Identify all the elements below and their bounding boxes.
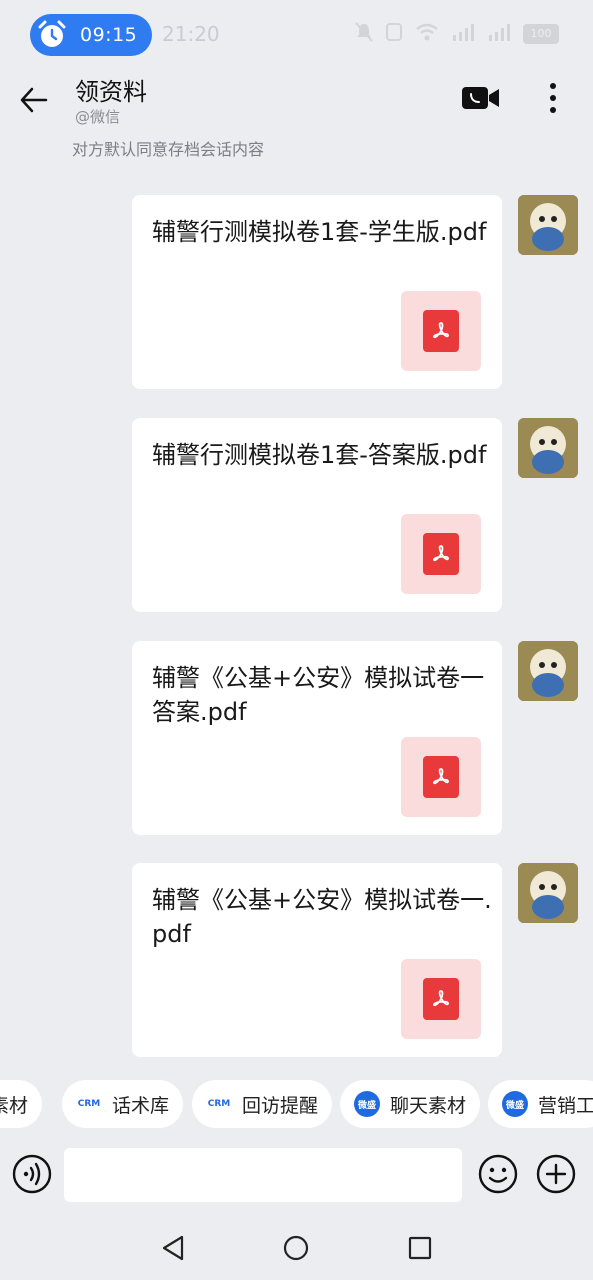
arrow-left-icon <box>20 87 48 113</box>
mute-icon <box>355 22 373 46</box>
avatar[interactable] <box>518 195 578 255</box>
pdf-file-icon <box>401 291 481 371</box>
quick-tool-chip[interactable]: CRM 回访提醒 <box>192 1080 333 1128</box>
signal-2-icon <box>487 23 511 45</box>
message-item: 辅警行测模拟卷1套-答案版.pdf <box>0 418 593 614</box>
alarm-time: 09:15 <box>80 24 138 46</box>
clock-time: 21:20 <box>162 22 220 46</box>
message-item: 辅警《公基+公安》模拟试卷一答案.pdf <box>0 641 593 837</box>
circle-home-icon <box>283 1235 309 1261</box>
smiley-icon <box>478 1154 518 1194</box>
quick-tool-label: 回访提醒 <box>242 1094 319 1117</box>
alarm-pill[interactable]: 09:15 <box>30 14 152 56</box>
file-name: 辅警《公基+公安》模拟试卷一答案.pdf <box>152 664 485 726</box>
avatar[interactable] <box>518 863 578 923</box>
archive-notice: 对方默认同意存档会话内容 <box>72 140 265 159</box>
status-bar: 09:15 21:20 100 <box>0 0 593 68</box>
quick-tool-chip[interactable]: 微盛 聊天素材 <box>340 1080 481 1128</box>
more-button[interactable] <box>540 80 566 116</box>
file-bubble[interactable]: 辅警《公基+公安》模拟试卷一.pdf <box>132 863 502 1057</box>
quick-tool-chip[interactable]: 素材 <box>0 1080 43 1128</box>
video-camera-icon <box>462 87 499 109</box>
pdf-file-icon <box>401 959 481 1039</box>
square-recent-icon <box>408 1236 432 1260</box>
quick-tool-label: 话术库 <box>112 1094 170 1117</box>
chat-title: 领资料 <box>75 78 147 106</box>
message-item: 辅警行测模拟卷1套-学生版.pdf <box>0 195 593 391</box>
file-name: 辅警《公基+公安》模拟试卷一.pdf <box>152 886 492 948</box>
chat-subtitle: @微信 <box>75 108 121 126</box>
voice-input-button[interactable] <box>12 1154 52 1194</box>
crm-logo-icon: CRM <box>77 1099 101 1109</box>
nav-back-button[interactable] <box>160 1234 188 1262</box>
pdf-file-icon <box>401 514 481 594</box>
avatar[interactable] <box>518 418 578 478</box>
wifi-icon <box>415 23 439 45</box>
plus-icon <box>536 1154 576 1194</box>
crm-logo-icon: CRM <box>207 1099 231 1109</box>
battery-level: 100 <box>525 26 557 42</box>
quick-tool-chip[interactable]: 微盛 营销工 <box>488 1080 593 1128</box>
more-vertical-icon <box>550 83 556 113</box>
pdf-file-icon <box>401 737 481 817</box>
chat-header: 领资料 @微信 对方默认同意存档会话内容 <box>0 68 593 168</box>
input-bar <box>0 1140 593 1220</box>
signal-icon <box>451 23 475 45</box>
message-list[interactable]: 辅警行测模拟卷1套-学生版.pdf 辅警行测模拟卷1套-答案版.pdf 辅警《公… <box>0 170 593 1063</box>
triangle-back-icon <box>162 1235 184 1261</box>
nfc-icon <box>385 22 403 46</box>
battery-icon: 100 <box>523 24 559 44</box>
quick-tools-bar[interactable]: 素材 CRM 话术库 CRM 回访提醒 微盛 聊天素材 微盛 营销工 <box>0 1068 593 1140</box>
message-item: 辅警《公基+公安》模拟试卷一.pdf <box>0 863 593 1059</box>
more-actions-button[interactable] <box>536 1154 576 1194</box>
status-icons: 100 <box>355 22 559 46</box>
voice-icon <box>12 1154 52 1194</box>
weisheng-logo-icon: 微盛 <box>354 1091 380 1117</box>
back-button[interactable] <box>16 82 52 118</box>
file-bubble[interactable]: 辅警《公基+公安》模拟试卷一答案.pdf <box>132 641 502 835</box>
alarm-clock-icon <box>36 19 68 51</box>
file-bubble[interactable]: 辅警行测模拟卷1套-答案版.pdf <box>132 418 502 612</box>
nav-home-button[interactable] <box>282 1234 310 1262</box>
avatar[interactable] <box>518 641 578 701</box>
quick-tool-label: 素材 <box>0 1094 29 1117</box>
quick-tool-label: 营销工 <box>538 1094 593 1117</box>
quick-tool-label: 聊天素材 <box>390 1094 467 1117</box>
nav-recent-button[interactable] <box>406 1234 434 1262</box>
message-input[interactable] <box>64 1148 462 1202</box>
file-name: 辅警行测模拟卷1套-学生版.pdf <box>152 218 487 246</box>
weisheng-logo-icon: 微盛 <box>502 1091 528 1117</box>
file-bubble[interactable]: 辅警行测模拟卷1套-学生版.pdf <box>132 195 502 389</box>
system-nav-bar <box>0 1220 593 1280</box>
quick-tool-chip[interactable]: CRM 话术库 <box>62 1080 184 1128</box>
video-call-button[interactable] <box>462 86 500 110</box>
file-name: 辅警行测模拟卷1套-答案版.pdf <box>152 441 487 469</box>
emoji-button[interactable] <box>478 1154 518 1194</box>
